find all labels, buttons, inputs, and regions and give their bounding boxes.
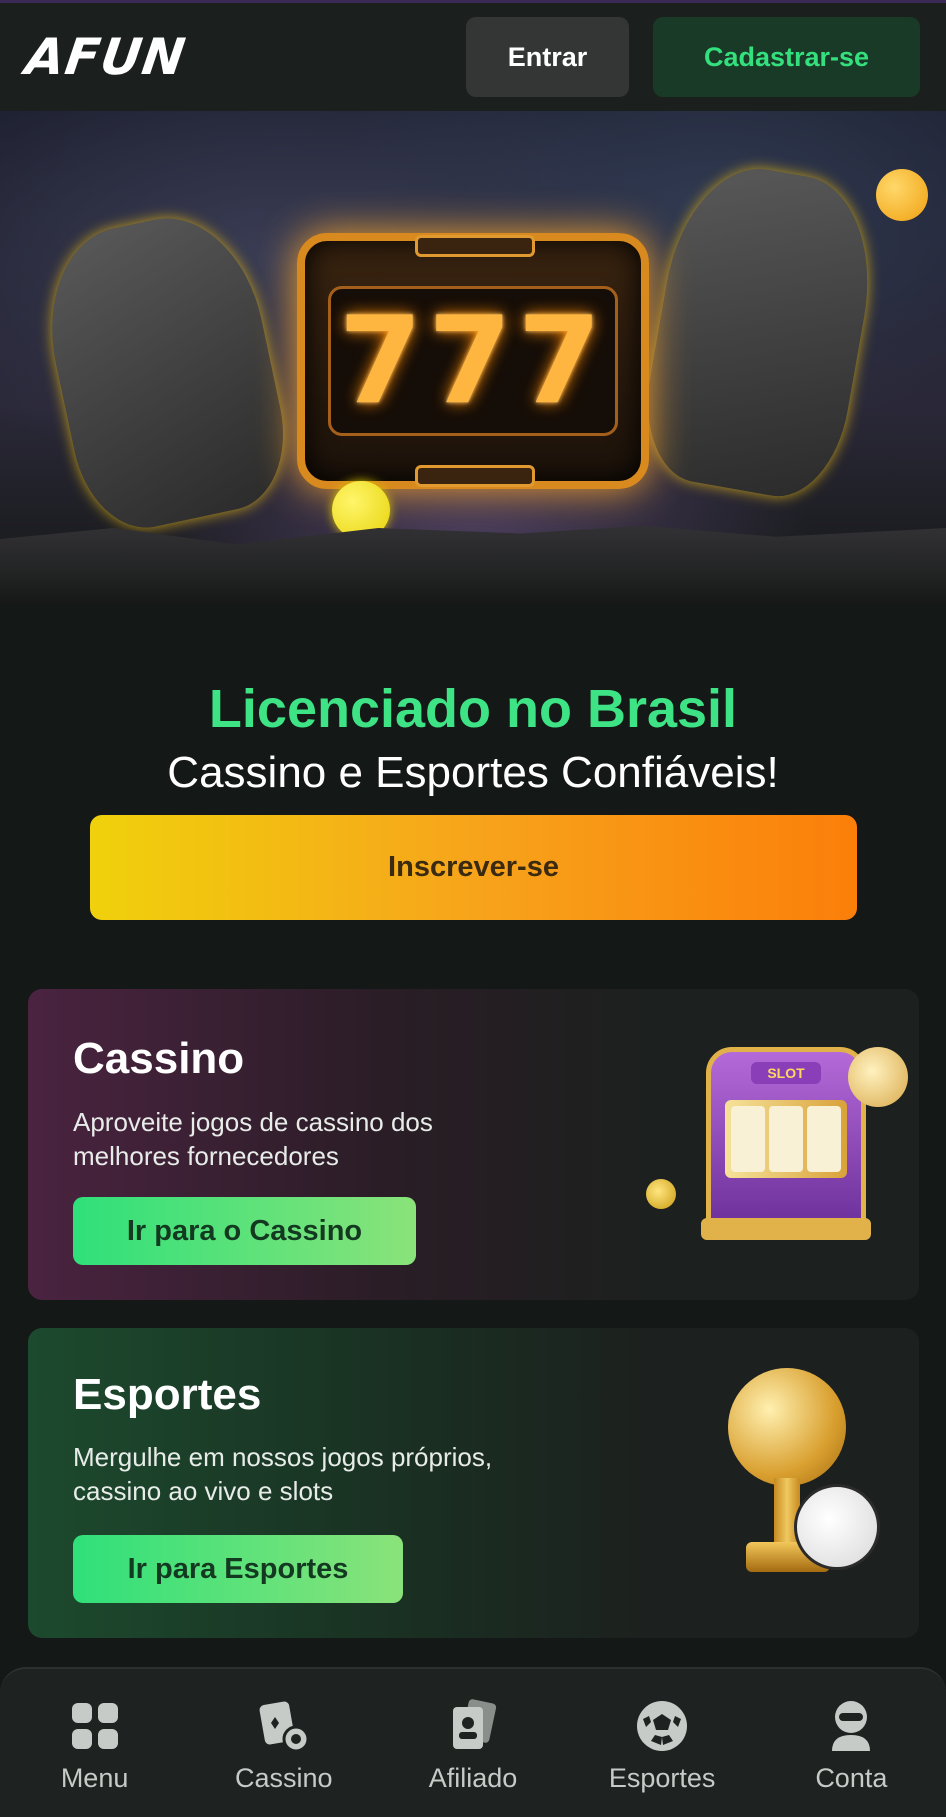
signup-button[interactable]: Inscrever-se xyxy=(90,815,857,920)
soccer-ball-icon xyxy=(635,1699,689,1753)
nav-item-affiliate[interactable]: Afiliado xyxy=(393,1699,553,1794)
slot-machine-illustration: SLOT xyxy=(701,1047,871,1240)
trophy-icon xyxy=(728,1368,846,1486)
nav-label: Cassino xyxy=(235,1763,333,1793)
register-button[interactable]: Cadastrar-se xyxy=(653,17,920,97)
nav-item-casino[interactable]: Cassino xyxy=(204,1699,364,1794)
slot-reel xyxy=(731,1106,765,1172)
basketball-player-statue xyxy=(633,156,887,506)
sports-card-title: Esportes xyxy=(73,1370,262,1419)
nav-item-sports[interactable]: Esportes xyxy=(582,1699,742,1794)
slot-reel xyxy=(769,1106,803,1172)
slot-label: SLOT xyxy=(751,1062,821,1084)
go-to-casino-button[interactable]: Ir para o Cassino xyxy=(73,1197,416,1265)
bottom-nav: Menu Cassino Afiliado Esportes Conta xyxy=(0,1667,946,1817)
user-icon xyxy=(824,1699,878,1753)
nav-label: Conta xyxy=(815,1763,888,1793)
promo-title: Licenciado no Brasil xyxy=(208,679,738,739)
slot-bottom-plate xyxy=(415,465,535,487)
slot-machine-777: 777 xyxy=(297,233,649,489)
nav-label: Menu xyxy=(60,1763,129,1793)
soccer-ball-icon xyxy=(794,1484,880,1570)
nav-item-account[interactable]: Conta xyxy=(771,1699,931,1794)
hero-banner[interactable]: 777 xyxy=(0,111,946,605)
slot-reel xyxy=(807,1106,841,1172)
casino-card-description: Aproveite jogos de cassino dos melhores … xyxy=(73,1107,433,1171)
basketball-icon xyxy=(876,169,928,221)
slot-reels xyxy=(725,1100,847,1178)
clover-icon xyxy=(848,1047,908,1107)
casino-card-title: Cassino xyxy=(73,1034,245,1083)
promo-subtitle: Cassino e Esportes Confiáveis! xyxy=(167,748,779,797)
cards-chip-icon xyxy=(257,1699,311,1753)
nav-item-menu[interactable]: Menu xyxy=(15,1699,175,1794)
id-card-icon xyxy=(446,1699,500,1753)
go-to-sports-button[interactable]: Ir para Esportes xyxy=(73,1535,403,1603)
login-button[interactable]: Entrar xyxy=(466,17,629,97)
slot-display: 777 xyxy=(328,286,618,436)
casino-card[interactable]: Cassino Aproveite jogos de cassino dos m… xyxy=(28,989,919,1300)
coin-icon xyxy=(646,1179,676,1209)
nav-label: Esportes xyxy=(608,1763,716,1793)
slot-base xyxy=(701,1218,871,1240)
soccer-player-statue xyxy=(31,202,299,540)
nav-label: Afiliado xyxy=(428,1763,518,1793)
sports-card[interactable]: Esportes Mergulhe em nossos jogos própri… xyxy=(28,1328,919,1638)
logo[interactable]: AFUN xyxy=(22,28,189,86)
grid-icon xyxy=(68,1699,122,1753)
sports-card-description: Mergulhe em nossos jogos próprios, cassi… xyxy=(73,1442,493,1506)
header: AFUN Entrar Cadastrar-se xyxy=(0,3,946,111)
slot-777-text: 777 xyxy=(338,291,608,431)
slot-top-plate xyxy=(415,235,535,257)
header-actions: Entrar Cadastrar-se xyxy=(466,17,920,97)
